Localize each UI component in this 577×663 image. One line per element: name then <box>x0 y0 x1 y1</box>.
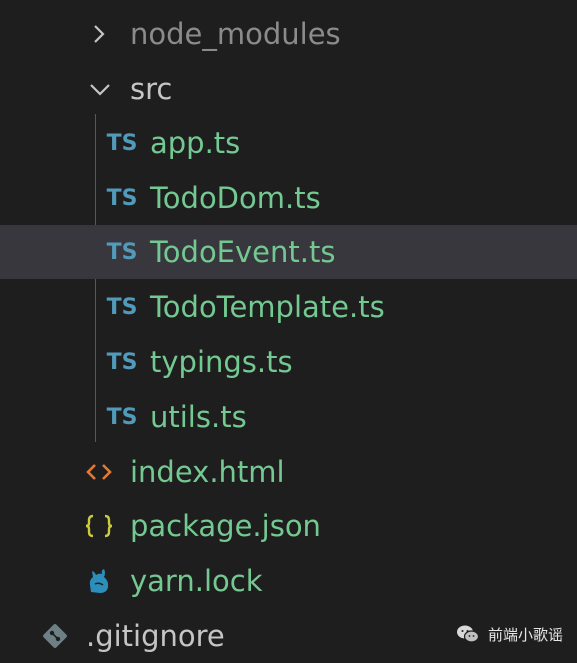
tree-item-label: node_modules <box>130 16 341 51</box>
tree-item-typings-ts[interactable]: TS typings.ts <box>0 335 577 389</box>
tree-item-label: TodoDom.ts <box>150 180 321 215</box>
json-icon <box>84 513 114 539</box>
tree-item-node-modules[interactable]: node_modules <box>0 7 577 61</box>
git-icon <box>40 621 70 651</box>
tree-item-src[interactable]: src <box>0 62 577 116</box>
typescript-icon: TS <box>106 239 138 265</box>
tree-item-label: src <box>130 71 173 106</box>
tree-item-label: utils.ts <box>150 399 247 434</box>
tree-item-label: TodoEvent.ts <box>150 234 336 269</box>
file-explorer: node_modules src TS app.ts TS TodoDom.ts… <box>0 0 577 663</box>
typescript-icon: TS <box>106 294 138 320</box>
typescript-icon: TS <box>106 130 138 156</box>
tree-item-todotemplate-ts[interactable]: TS TodoTemplate.ts <box>0 280 577 334</box>
tree-item-todoevent-ts[interactable]: TS TodoEvent.ts <box>0 225 577 279</box>
tree-item-app-ts[interactable]: TS app.ts <box>0 116 577 170</box>
tree-item-label: TodoTemplate.ts <box>150 289 385 324</box>
tree-item-label: typings.ts <box>150 344 293 379</box>
yarn-icon <box>84 566 114 596</box>
chevron-right-icon[interactable] <box>88 23 110 45</box>
tree-item-package-json[interactable]: package.json <box>0 499 577 553</box>
html-icon <box>84 461 114 483</box>
typescript-icon: TS <box>106 185 138 211</box>
tree-item-index-html[interactable]: index.html <box>0 445 577 499</box>
tree-item-label: .gitignore <box>86 618 225 653</box>
tree-item-label: index.html <box>130 454 285 489</box>
tree-item-yarn-lock[interactable]: yarn.lock <box>0 554 577 608</box>
watermark-text: 前端小歌谣 <box>487 625 563 644</box>
tree-item-label: package.json <box>130 508 321 543</box>
tree-item-label: app.ts <box>150 125 241 160</box>
tree-item-utils-ts[interactable]: TS utils.ts <box>0 390 577 444</box>
typescript-icon: TS <box>106 404 138 430</box>
tree-item-label: yarn.lock <box>130 563 263 598</box>
watermark: 前端小歌谣 <box>456 623 563 645</box>
chevron-down-icon[interactable] <box>88 78 112 100</box>
wechat-icon <box>456 623 480 645</box>
tree-item-tododom-ts[interactable]: TS TodoDom.ts <box>0 171 577 225</box>
typescript-icon: TS <box>106 349 138 375</box>
